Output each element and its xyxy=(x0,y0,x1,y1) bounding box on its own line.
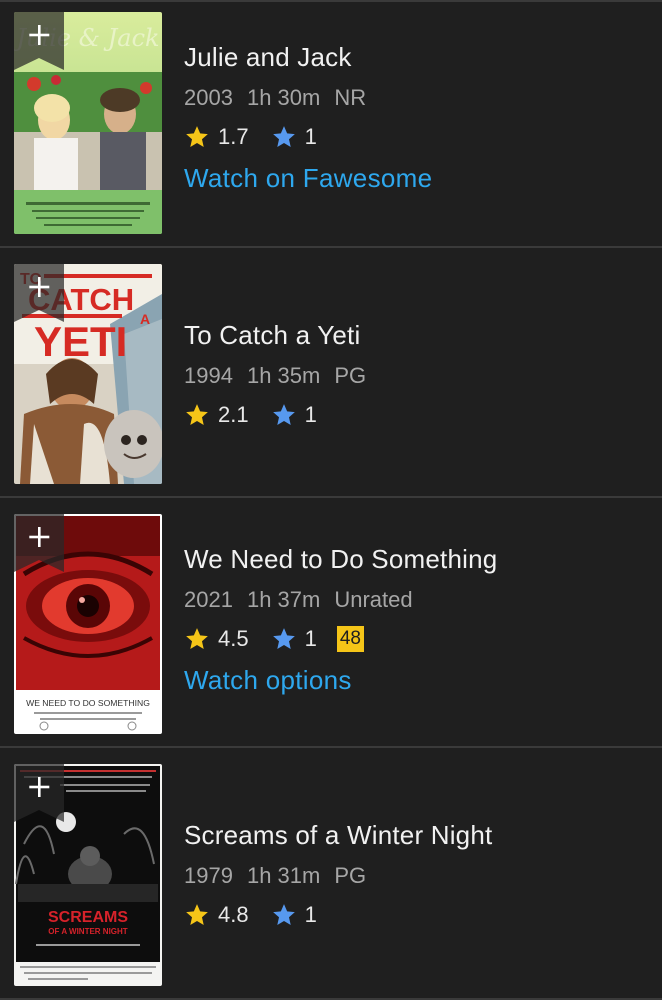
movie-title[interactable]: To Catch a Yeti xyxy=(184,320,380,351)
certificate: PG xyxy=(334,363,367,388)
metascore-badge: 48 xyxy=(336,626,364,652)
poster-title: WE NEED TO DO SOMETHING xyxy=(26,698,150,708)
poster-image[interactable]: TO CATCH A YETI xyxy=(14,264,162,484)
imdb-rating: 1.7 xyxy=(218,124,249,149)
movie-meta: 1979 1h 31m PG xyxy=(184,863,492,889)
movie-meta: 2021 1h 37m Unrated xyxy=(184,587,497,613)
user-rating[interactable]: 1 xyxy=(305,902,317,928)
movie-list: Julie & Jack Julie and Jack 2003 1h 30m … xyxy=(0,0,662,1000)
poster-subtitle: OF A WINTER NIGHT xyxy=(48,927,128,936)
ratings-row: 4.5 1 48 xyxy=(184,623,497,655)
user-star-icon[interactable] xyxy=(271,402,297,428)
add-to-watchlist-button[interactable] xyxy=(14,12,64,70)
user-rating[interactable]: 1 xyxy=(305,124,317,150)
certificate: NR xyxy=(334,85,367,110)
poster-text-a: A xyxy=(140,311,150,327)
movie-meta: 2003 1h 30m NR xyxy=(184,85,432,111)
runtime: 1h 31m xyxy=(246,863,321,888)
ratings-row: 4.8 1 xyxy=(184,899,492,931)
release-year: 2003 xyxy=(184,85,233,110)
imdb-rating: 4.5 xyxy=(218,626,249,651)
release-year: 1979 xyxy=(184,863,233,888)
imdb-rating: 2.1 xyxy=(218,402,249,427)
movie-title[interactable]: Screams of a Winter Night xyxy=(184,820,492,851)
user-star-icon[interactable] xyxy=(271,124,297,150)
poster-text-bottom: YETI xyxy=(34,318,127,365)
user-star-icon[interactable] xyxy=(271,626,297,652)
ratings-row: 2.1 1 xyxy=(184,399,380,431)
poster-image[interactable]: Julie & Jack xyxy=(14,12,162,234)
runtime: 1h 35m xyxy=(246,363,321,388)
imdb-rating: 4.8 xyxy=(218,902,249,927)
list-item[interactable]: SCREAMS OF A WINTER NIGHT Screams of a W… xyxy=(0,748,662,1000)
ratings-row: 1.7 1 xyxy=(184,121,432,153)
add-to-watchlist-button[interactable] xyxy=(14,764,64,822)
star-icon xyxy=(186,628,208,649)
watch-link[interactable]: Watch on Fawesome xyxy=(184,163,432,194)
user-star-icon[interactable] xyxy=(271,902,297,928)
poster-title: SCREAMS xyxy=(48,909,128,926)
user-rating[interactable]: 1 xyxy=(305,626,317,652)
star-icon xyxy=(186,904,208,925)
user-rating[interactable]: 1 xyxy=(305,402,317,428)
movie-title[interactable]: Julie and Jack xyxy=(184,42,432,73)
list-item[interactable]: WE NEED TO DO SOMETHING We Need to Do So… xyxy=(0,498,662,748)
add-to-watchlist-button[interactable] xyxy=(14,514,64,572)
add-to-watchlist-button[interactable] xyxy=(14,264,64,322)
list-item[interactable]: TO CATCH A YETI xyxy=(0,248,662,498)
watch-options-link[interactable]: Watch options xyxy=(184,665,497,696)
star-icon xyxy=(186,126,208,147)
certificate: PG xyxy=(334,863,367,888)
movie-title[interactable]: We Need to Do Something xyxy=(184,544,497,575)
runtime: 1h 37m xyxy=(246,587,321,612)
list-item[interactable]: Julie & Jack Julie and Jack 2003 1h 30m … xyxy=(0,2,662,248)
runtime: 1h 30m xyxy=(246,85,321,110)
poster-image[interactable]: SCREAMS OF A WINTER NIGHT xyxy=(14,764,162,986)
release-year: 1994 xyxy=(184,363,233,388)
certificate: Unrated xyxy=(334,587,413,612)
movie-meta: 1994 1h 35m PG xyxy=(184,363,380,389)
star-icon xyxy=(186,404,208,425)
release-year: 2021 xyxy=(184,587,233,612)
poster-image[interactable]: WE NEED TO DO SOMETHING xyxy=(14,514,162,734)
